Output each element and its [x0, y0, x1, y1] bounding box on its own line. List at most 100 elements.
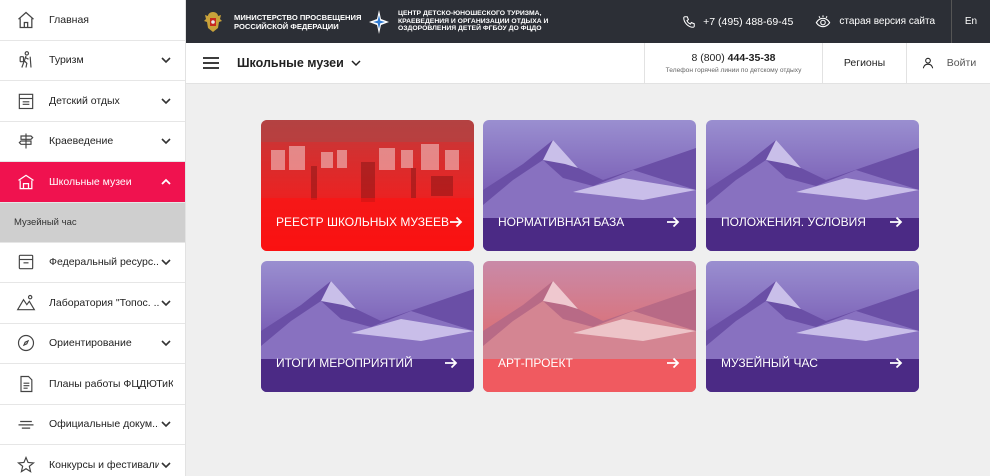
sidebar-item-contests[interactable]: Конкурсы и фестивали — [0, 445, 185, 476]
sidebar-item-topos-lab[interactable]: Лаборатория "Топос. ... — [0, 283, 185, 324]
card-label: АРТ-ПРОЕКТ — [498, 356, 573, 370]
hiker-icon — [14, 48, 38, 72]
card-museum-hour[interactable]: МУЗЕЙНЫЙ ЧАС — [706, 261, 919, 392]
ministry-name[interactable]: МИНИСТЕРСТВО ПРОСВЕЩЕНИЯ РОССИЙСКОЙ ФЕДЕ… — [234, 13, 362, 31]
chevron-down-icon[interactable] — [159, 53, 173, 67]
language-switch[interactable]: En — [952, 16, 990, 27]
section-bar: Школьные музеи 8 (800) 444-35-38 Телефон… — [186, 43, 990, 84]
sidebar-item-orienteering[interactable]: Ориентирование — [0, 324, 185, 364]
card-regulatory-base[interactable]: НОРМАТИВНАЯ БАЗА — [483, 120, 696, 251]
center-name[interactable]: ЦЕНТР ДЕТСКО-ЮНОШЕСКОГО ТУРИЗМА, КРАЕВЕД… — [398, 10, 578, 33]
user-icon — [922, 57, 933, 69]
museum-icon — [14, 170, 38, 194]
sidebar-item-label: Туризм — [49, 54, 84, 67]
arrow-right-icon — [890, 357, 903, 369]
card-caption: НОРМАТИВНАЯ БАЗА — [498, 215, 680, 229]
sidebar-item-label: Официальные докум... — [49, 418, 159, 431]
phone-link[interactable]: +7 (495) 488-69-45 — [682, 15, 793, 29]
chevron-up-icon[interactable] — [159, 175, 173, 189]
top-bar-actions: +7 (495) 488-69-45 старая версия сайта E… — [682, 0, 990, 43]
sidebar-item-school-museums[interactable]: Школьные музеи — [0, 162, 185, 203]
menu-icon[interactable] — [203, 57, 219, 69]
card-caption: ПОЛОЖЕНИЯ. УСЛОВИЯ — [721, 215, 903, 229]
card-label: ИТОГИ МЕРОПРИЯТИЙ — [276, 356, 413, 370]
section-title: Школьные музеи — [237, 56, 344, 70]
sidebar-item-label: Лаборатория "Топос. ... — [49, 296, 159, 309]
arrow-right-icon — [667, 216, 680, 228]
chevron-down-icon[interactable] — [159, 417, 173, 431]
card-event-results[interactable]: ИТОГИ МЕРОПРИЯТИЙ — [261, 261, 474, 392]
arrow-right-icon — [445, 357, 458, 369]
section-dropdown[interactable]: Школьные музеи — [237, 56, 362, 70]
museum-hall-image — [261, 120, 474, 251]
chevron-down-icon[interactable] — [159, 296, 173, 310]
card-caption: ИТОГИ МЕРОПРИЯТИЙ — [276, 356, 458, 370]
card-label: ПОЛОЖЕНИЯ. УСЛОВИЯ — [721, 215, 866, 229]
mountain-icon — [14, 291, 38, 315]
document-icon — [14, 372, 38, 396]
eye-icon — [816, 14, 831, 27]
chevron-down-icon[interactable] — [159, 134, 173, 148]
sidebar: Главная Туризм Детский отдых Краеведение… — [0, 0, 186, 476]
card-registry[interactable]: РЕЕСТР ШКОЛЬНЫХ МУЗЕЕВ — [261, 120, 474, 251]
lines-icon — [14, 412, 38, 436]
sidebar-subitem-museum-hour[interactable]: Музейный час — [0, 202, 185, 243]
hotline-prefix: 8 (800) — [691, 52, 728, 64]
phone-number: +7 (495) 488-69-45 — [703, 15, 794, 28]
login-button[interactable]: Войти — [906, 43, 990, 83]
home-icon — [14, 8, 38, 32]
hotline-caption: Телефон горячей линии по детскому отдыху — [665, 67, 802, 74]
sidebar-item-home[interactable]: Главная — [0, 0, 185, 41]
card-caption: АРТ-ПРОЕКТ — [498, 356, 680, 370]
star-icon — [14, 453, 38, 476]
compass-icon — [14, 331, 38, 355]
sidebar-item-label: Краеведение — [49, 135, 114, 148]
arrow-right-icon — [890, 216, 903, 228]
arrow-right-icon — [450, 216, 463, 228]
mountain-landscape-image — [483, 120, 696, 251]
coat-of-arms-icon[interactable] — [200, 9, 226, 35]
chevron-down-icon — [351, 60, 361, 67]
sidebar-item-label: Детский отдых — [49, 94, 120, 107]
card-caption: РЕЕСТР ШКОЛЬНЫХ МУЗЕЕВ — [276, 215, 463, 229]
chevron-down-icon[interactable] — [159, 458, 173, 472]
card-label: НОРМАТИВНАЯ БАЗА — [498, 215, 625, 229]
mountain-landscape-image — [261, 261, 474, 392]
chevron-down-icon[interactable] — [159, 336, 173, 350]
signpost-icon — [14, 129, 38, 153]
mountain-landscape-image — [706, 261, 919, 392]
hotline-digits: 444-35-38 — [727, 52, 776, 64]
sidebar-item-official-docs[interactable]: Официальные докум... — [0, 405, 185, 445]
phone-icon — [683, 15, 695, 28]
chevron-down-icon[interactable] — [159, 255, 173, 269]
sidebar-item-label: Планы работы ФЦДЮТиК — [49, 377, 173, 390]
login-label: Войти — [946, 57, 977, 69]
card-caption: МУЗЕЙНЫЙ ЧАС — [721, 356, 903, 370]
card-label: РЕЕСТР ШКОЛЬНЫХ МУЗЕЕВ — [276, 215, 449, 229]
card-regulations[interactable]: ПОЛОЖЕНИЯ. УСЛОВИЯ — [706, 120, 919, 251]
sidebar-item-label: Школьные музеи — [49, 175, 132, 188]
sidebar-item-federal-resource[interactable]: Федеральный ресурс... — [0, 243, 185, 283]
sidebar-item-label: Конкурсы и фестивали — [49, 458, 159, 471]
regions-button[interactable]: Регионы — [822, 43, 906, 83]
hotline-block[interactable]: 8 (800) 444-35-38 Телефон горячей линии … — [644, 43, 822, 83]
hotline-number: 8 (800) 444-35-38 — [691, 52, 775, 64]
top-bar: МИНИСТЕРСТВО ПРОСВЕЩЕНИЯ РОССИЙСКОЙ ФЕДЕ… — [186, 0, 990, 43]
folder-icon — [14, 250, 38, 274]
center-logo-icon[interactable] — [368, 9, 390, 35]
arrow-right-icon — [667, 357, 680, 369]
sidebar-item-local-history[interactable]: Краеведение — [0, 122, 185, 162]
sidebar-item-work-plans[interactable]: Планы работы ФЦДЮТиК — [0, 364, 185, 405]
old-version-label: старая версия сайта — [839, 16, 935, 27]
sidebar-item-label: Главная — [49, 13, 89, 26]
calendar-icon — [14, 89, 38, 113]
sidebar-item-label: Федеральный ресурс... — [49, 256, 159, 269]
card-art-project[interactable]: АРТ-ПРОЕКТ — [483, 261, 696, 392]
sidebar-item-tourism[interactable]: Туризм — [0, 41, 185, 81]
mountain-landscape-image — [706, 120, 919, 251]
mountain-landscape-image — [483, 261, 696, 392]
sidebar-item-children-rest[interactable]: Детский отдых — [0, 81, 185, 122]
old-version-link[interactable]: старая версия сайта — [815, 0, 952, 43]
card-label: МУЗЕЙНЫЙ ЧАС — [721, 356, 818, 370]
chevron-down-icon[interactable] — [159, 94, 173, 108]
